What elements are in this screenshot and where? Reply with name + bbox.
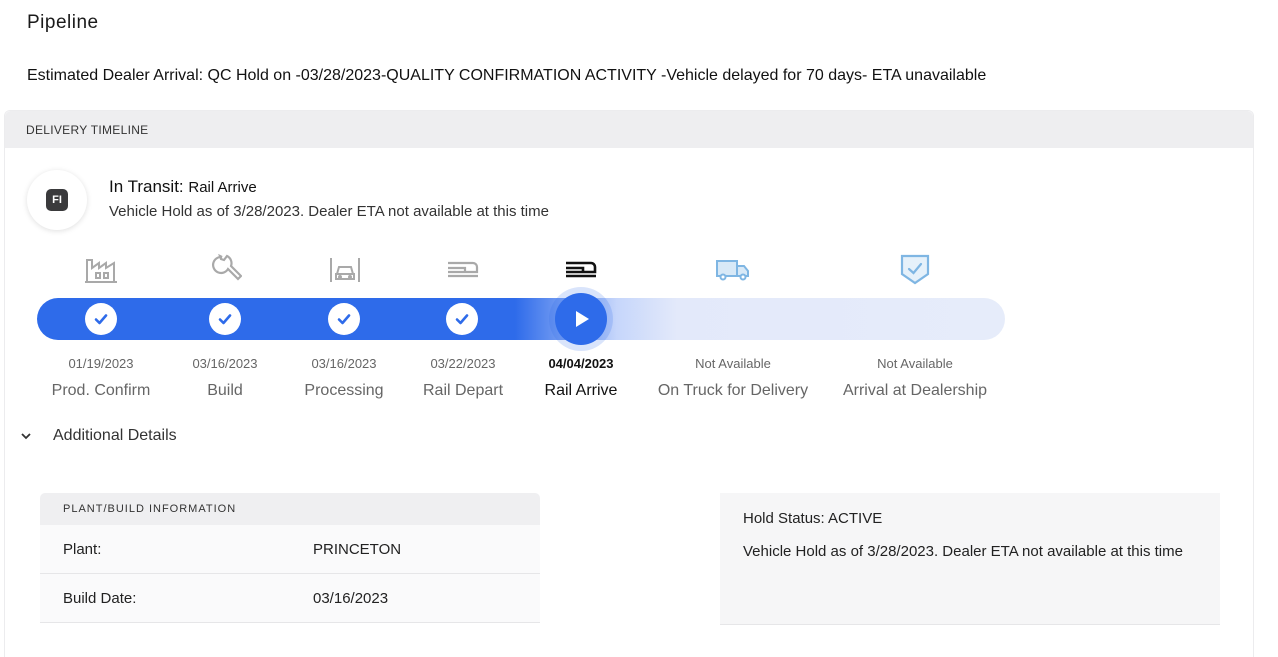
- fi-icon: FI: [46, 189, 68, 211]
- step-check-prod-confirm: [85, 303, 117, 335]
- check-icon: [94, 314, 108, 325]
- status-title: In Transit: Rail Arrive: [109, 177, 257, 197]
- shield-check-icon: [895, 249, 935, 289]
- additional-details-label: Additional Details: [53, 427, 177, 444]
- play-icon: [576, 311, 589, 327]
- step-check-processing: [328, 303, 360, 335]
- step-label: On Truck for Delivery: [657, 382, 809, 399]
- row-key: Plant:: [63, 540, 102, 558]
- factory-icon: [81, 249, 121, 289]
- status-value: Rail Arrive: [188, 179, 257, 196]
- row-value: 03/16/2023: [313, 589, 389, 607]
- hold-status-box: Hold Status: ACTIVE Vehicle Hold as of 3…: [720, 493, 1220, 625]
- status-badge: FI: [27, 170, 87, 230]
- check-icon: [337, 314, 351, 325]
- step-date: Not Available: [695, 356, 771, 371]
- plant-build-table: PLANT/BUILD INFORMATION Plant: PRINCETON…: [40, 493, 540, 623]
- hold-message: Vehicle Hold as of 3/28/2023. Dealer ETA…: [743, 543, 1183, 560]
- rail-car-icon: [443, 249, 483, 289]
- estimated-arrival-text: Estimated Dealer Arrival: QC Hold on -03…: [27, 67, 987, 84]
- step-date: 04/04/2023: [548, 356, 614, 371]
- row-key: Build Date:: [63, 589, 137, 607]
- plant-build-header: PLANT/BUILD INFORMATION: [40, 493, 540, 525]
- page-title: Pipeline: [27, 12, 99, 33]
- check-icon: [455, 314, 469, 325]
- row-value: PRINCETON: [313, 540, 402, 558]
- additional-details-toggle[interactable]: Additional Details: [21, 427, 177, 445]
- rail-car-icon: [561, 249, 601, 289]
- step-current-rail-arrive: [555, 293, 607, 345]
- step-date: Not Available: [877, 356, 953, 371]
- chevron-down-icon: [21, 429, 35, 443]
- truck-icon: [713, 249, 753, 289]
- step-label: Arrival at Dealership: [842, 382, 988, 399]
- wrench-icon: [205, 249, 245, 289]
- table-row: Plant: PRINCETON: [40, 525, 540, 574]
- car-garage-icon: [325, 249, 365, 289]
- check-icon: [218, 314, 232, 325]
- delivery-timeline-card: DELIVERY TIMELINE FI In Transit: Rail Ar…: [4, 110, 1254, 657]
- status-message: Vehicle Hold as of 3/28/2023. Dealer ETA…: [109, 203, 549, 220]
- hold-status: Hold Status: ACTIVE: [743, 510, 883, 527]
- step-check-rail-depart: [446, 303, 478, 335]
- progress-track: [37, 298, 1005, 340]
- status-label: In Transit:: [109, 177, 184, 196]
- step-check-build: [209, 303, 241, 335]
- delivery-timeline-header: DELIVERY TIMELINE: [5, 111, 1253, 148]
- table-row: Build Date: 03/16/2023: [40, 574, 540, 623]
